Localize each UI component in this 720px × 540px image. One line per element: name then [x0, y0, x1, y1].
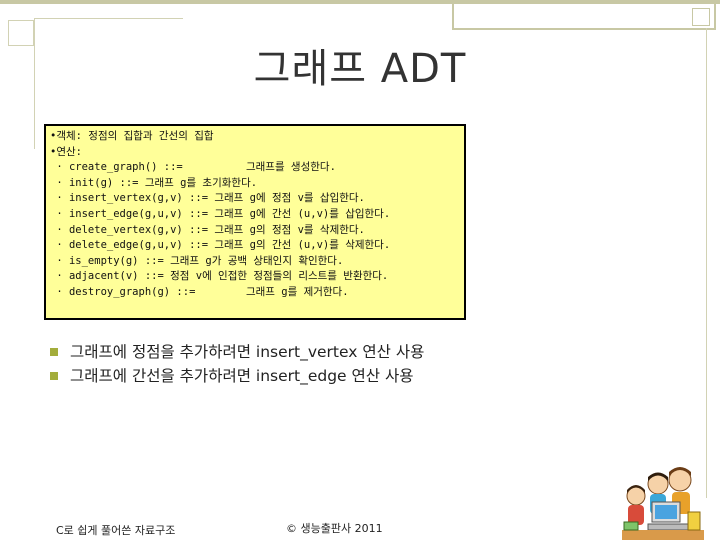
code-line: · delete_vertex(g,v) ::= 그래프 g의 정점 v를 삭제…: [50, 223, 365, 236]
adt-code-box: •객체: 정점의 집합과 간선의 집합 •연산: · create_graph(…: [44, 124, 466, 320]
bullet-text: 그래프에 간선을 추가하려면 insert_edge 연산 사용: [70, 367, 414, 385]
code-line: •연산:: [50, 145, 82, 158]
code-line: · create_graph() ::= 그래프를 생성한다.: [50, 161, 336, 174]
decorative-frame-right: [452, 0, 716, 30]
slide-title: 그래프 ADT: [253, 46, 467, 92]
code-line: · adjacent(v) ::= 정점 v에 인접한 정점들의 리스트를 반환…: [50, 270, 389, 283]
bullet-list: 그래프에 정점을 추가하려면 insert_vertex 연산 사용 그래프에 …: [50, 342, 424, 390]
bullet-item: 그래프에 간선을 추가하려면 insert_edge 연산 사용: [50, 366, 424, 390]
bullet-item: 그래프에 정점을 추가하려면 insert_vertex 연산 사용: [50, 342, 424, 366]
code-line: · delete_edge(g,u,v) ::= 그래프 g의 간선 (u,v)…: [50, 239, 391, 252]
code-line: · destroy_graph(g) ::= 그래프 g를 제거한다.: [50, 285, 349, 298]
decorative-box-right: [692, 8, 710, 26]
footer-copyright: © 생능출판사 2011: [286, 522, 383, 535]
decorative-vertical-line: [706, 28, 707, 498]
code-line: · insert_edge(g,u,v) ::= 그래프 g에 간선 (u,v)…: [50, 207, 391, 220]
bullet-square-icon: [50, 348, 58, 356]
code-line: · insert_vertex(g,v) ::= 그래프 g에 정점 v를 삽입…: [50, 192, 365, 205]
bullet-square-icon: [50, 372, 58, 380]
children-with-computer-icon: [622, 467, 704, 540]
footer-book-title: C로 쉽게 풀어쓴 자료구조: [56, 524, 176, 537]
code-line: · is_empty(g) ::= 그래프 g가 공백 상태인지 확인한다.: [50, 254, 344, 267]
bullet-text: 그래프에 정점을 추가하려면 insert_vertex 연산 사용: [70, 343, 425, 361]
code-line: •객체: 정점의 집합과 간선의 집합: [50, 130, 214, 142]
code-line: · init(g) ::= 그래프 g를 초기화한다.: [50, 176, 258, 189]
